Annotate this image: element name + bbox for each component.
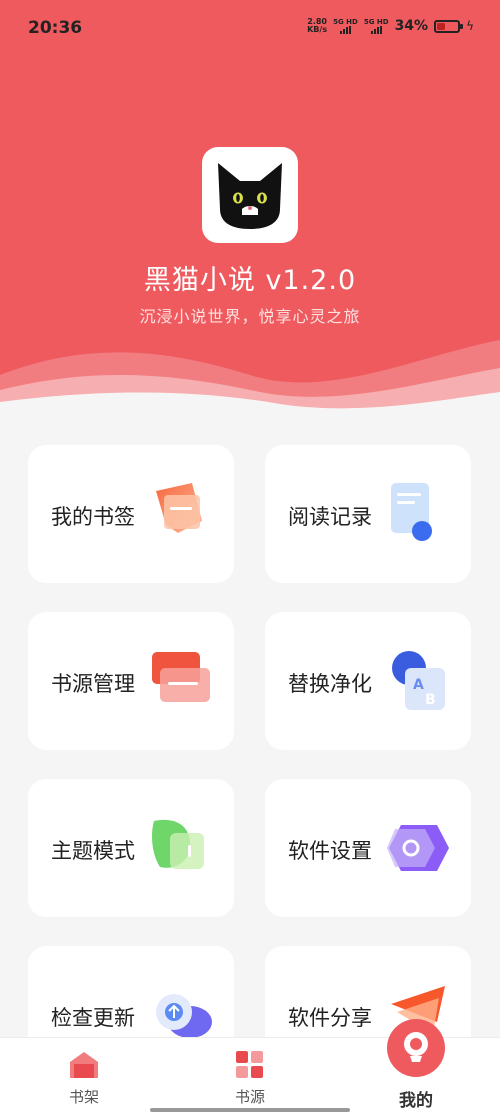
menu-reading-history[interactable]: 阅读记录 [265, 445, 471, 583]
app-title: 黑猫小说 v1.2.0 [143, 265, 357, 296]
menu-label: 阅读记录 [288, 505, 372, 529]
menu-label: 软件分享 [288, 1006, 372, 1030]
battery-icon [434, 19, 464, 33]
menu-label: 检查更新 [51, 1006, 135, 1030]
home-indicator[interactable] [150, 1108, 350, 1112]
menu-software-settings[interactable]: 软件设置 [265, 779, 471, 917]
nav-label: 书架 [68, 1088, 99, 1106]
signal-icon: 5G HD [364, 18, 389, 34]
status-indicators: 2.80 KB/s 5G HD 5G HD 34% ϟ [307, 18, 474, 34]
status-time: 20:36 [28, 18, 83, 38]
nav-label: 我的 [399, 1091, 433, 1111]
menu-label: 书源管理 [51, 672, 135, 696]
svg-text:B: B [425, 692, 436, 708]
menu-source-management[interactable]: 书源管理 [28, 612, 234, 750]
book-source-icon [236, 1051, 263, 1078]
menu-label: 软件设置 [288, 839, 372, 863]
nav-profile[interactable]: 我的 [356, 1019, 476, 1115]
theme-icon [152, 819, 204, 869]
bottom-navigation: 书架 书源 我的 [0, 1019, 500, 1115]
profile-icon [387, 1019, 445, 1077]
svg-text:A: A [413, 677, 424, 693]
black-cat-logo-icon [218, 163, 282, 229]
menu-label: 替换净化 [288, 672, 372, 696]
bookmark-icon [156, 483, 202, 533]
nav-book-source[interactable]: 书源 [190, 1038, 310, 1115]
charging-icon: ϟ [466, 19, 474, 33]
menu-replace-purify[interactable]: 替换净化 A B [265, 612, 471, 750]
menu-label: 我的书签 [51, 505, 135, 529]
bookshelf-icon [70, 1052, 98, 1078]
signal-icon: 5G HD [333, 18, 358, 34]
network-speed: 2.80 KB/s [307, 17, 328, 34]
battery-percent: 34% [394, 18, 429, 34]
menu-label: 主题模式 [51, 839, 135, 863]
source-manage-icon [152, 652, 210, 702]
reading-record-icon [391, 483, 432, 541]
nav-bookshelf[interactable]: 书架 [24, 1038, 144, 1115]
menu-bookmarks[interactable]: 我的书签 [28, 445, 234, 583]
battery-level [437, 22, 445, 30]
app-slogan: 沉浸小说世界，悦享心灵之旅 [139, 307, 361, 326]
replace-icon: A B [392, 651, 445, 710]
wave-decoration [0, 340, 500, 420]
settings-icon [387, 825, 449, 871]
menu-theme-mode[interactable]: 主题模式 [28, 779, 234, 917]
status-bar: 20:36 2.80 KB/s 5G HD 5G HD 34% ϟ [0, 0, 500, 60]
app-logo [202, 147, 298, 243]
nav-label: 书源 [234, 1088, 265, 1106]
